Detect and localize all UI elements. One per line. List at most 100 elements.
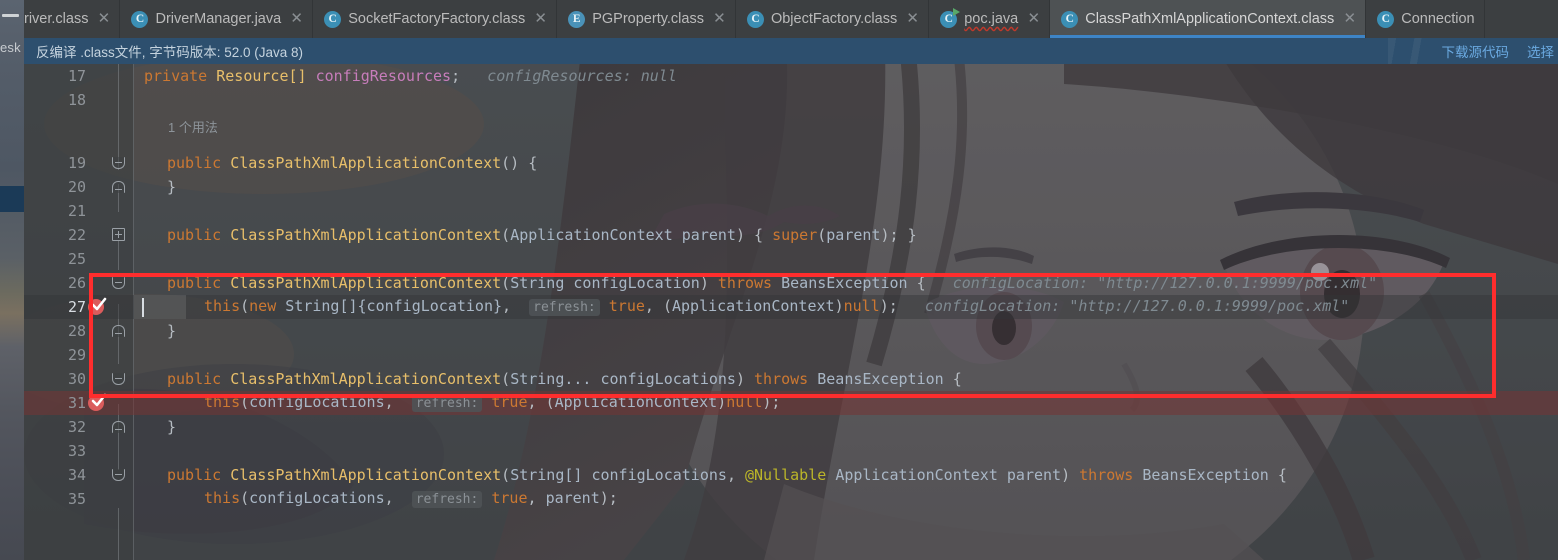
inlay-param-hint: refresh: (411, 395, 483, 412)
code-line[interactable]: 33 (24, 439, 1558, 463)
line-number: 18 (67, 91, 86, 109)
code-line[interactable]: 35 this(configLocations, refresh: true, … (24, 487, 1558, 511)
line-number: 29 (67, 346, 86, 364)
desktop-edge-strip: esk (0, 0, 24, 560)
fold-marker-icon[interactable] (112, 157, 125, 169)
tab-label: ObjectFactory.class (770, 11, 898, 27)
line-number: 25 (67, 250, 86, 268)
editor-tab-bar[interactable]: river.class ✕ C DriverManager.java ✕ C S… (24, 0, 1558, 38)
text-caret (142, 298, 144, 317)
usage-hint-label[interactable]: 1 个用法 (168, 116, 1558, 140)
tab-connection[interactable]: C Connection (1366, 0, 1485, 38)
tab-pgproperty-class[interactable]: E PGProperty.class ✕ (557, 0, 736, 38)
banner-message: 反编译 .class文件, 字节码版本: 52.0 (Java 8) (36, 45, 304, 60)
line-number: 33 (67, 442, 86, 460)
fold-marker-icon[interactable] (112, 277, 125, 289)
code-line[interactable]: 22 public ClassPathXmlApplicationContext… (24, 223, 1558, 247)
tab-label: Connection (1401, 11, 1475, 27)
close-icon[interactable]: ✕ (713, 0, 726, 38)
close-icon[interactable]: ✕ (906, 0, 919, 38)
close-icon[interactable]: ✕ (534, 0, 547, 38)
line-number: 28 (67, 322, 86, 340)
line-number: 34 (67, 466, 86, 484)
breakpoint-icon[interactable] (88, 297, 107, 315)
desktop-selected-item (0, 186, 24, 212)
fold-marker-icon[interactable] (112, 421, 125, 433)
line-content: private Resource[] configResources; conf… (144, 67, 677, 85)
line-content: } (167, 178, 177, 196)
tab-poc-java[interactable]: C poc.java ✕ (929, 0, 1051, 38)
inlay-param-hint: refresh: (411, 491, 483, 508)
tab-label: river.class (24, 11, 89, 27)
line-number: 30 (67, 370, 86, 388)
code-line[interactable]: 30 public ClassPathXmlApplicationContext… (24, 367, 1558, 391)
enum-icon: E (568, 10, 586, 28)
tab-label: ClassPathXmlApplicationContext.class (1085, 11, 1335, 27)
line-number: 17 (67, 67, 86, 85)
fold-expand-icon[interactable] (112, 228, 125, 241)
line-content: } (167, 322, 177, 340)
tab-river-class[interactable]: river.class ✕ (24, 0, 121, 38)
fold-marker-icon[interactable] (112, 373, 125, 385)
line-content: public ClassPathXmlApplicationContext(St… (167, 370, 962, 388)
line-number: 32 (67, 418, 86, 436)
tab-socketfactoryfactory-class[interactable]: C SocketFactoryFactory.class ✕ (313, 0, 558, 38)
code-line[interactable]: 20 } (24, 175, 1558, 199)
close-icon[interactable]: ✕ (290, 0, 303, 38)
line-content: this(configLocations, refresh: true, (Ap… (204, 393, 781, 412)
breakpoint-icon[interactable] (88, 393, 107, 411)
close-icon[interactable]: ✕ (1343, 0, 1356, 38)
tab-classpathxmlapplicationcontext-class[interactable]: C ClassPathXmlApplicationContext.class ✕ (1050, 0, 1367, 38)
line-content: this(new String[]{configLocation}, refre… (204, 297, 1350, 316)
choose-sources-link[interactable]: 选择 (1527, 41, 1558, 61)
tab-label: poc.java (964, 11, 1019, 27)
code-line[interactable]: 18 (24, 88, 1558, 112)
class-icon: C (1377, 10, 1395, 28)
code-line[interactable]: 17 private Resource[] configResources; c… (24, 64, 1558, 88)
close-icon[interactable]: ✕ (97, 0, 111, 38)
close-icon[interactable]: ✕ (1027, 0, 1040, 38)
line-content: public ClassPathXmlApplicationContext(St… (167, 466, 1287, 484)
code-line[interactable]: 34 public ClassPathXmlApplicationContext… (24, 463, 1558, 487)
fold-marker-icon[interactable] (112, 181, 125, 193)
line-content: public ClassPathXmlApplicationContext(Ap… (167, 226, 917, 244)
class-icon: C (1061, 10, 1079, 28)
code-line[interactable]: 19 public ClassPathXmlApplicationContext… (24, 151, 1558, 175)
code-line[interactable]: 28 } (24, 319, 1558, 343)
code-editor[interactable]: 17 private Resource[] configResources; c… (24, 64, 1558, 560)
tab-label: PGProperty.class (592, 11, 704, 27)
line-content: public ClassPathXmlApplicationContext(St… (167, 274, 1378, 292)
code-line-breakpoint[interactable]: 31 this(configLocations, refresh: true, … (24, 391, 1558, 415)
class-icon: C (131, 10, 149, 28)
window-minimize-dash (2, 14, 19, 17)
line-number: 19 (67, 154, 86, 172)
line-content: this(configLocations, refresh: true, par… (204, 489, 618, 508)
tab-drivermanager-java[interactable]: C DriverManager.java ✕ (120, 0, 314, 38)
code-line[interactable]: 25 (24, 247, 1558, 271)
class-runnable-icon: C (940, 7, 961, 28)
tab-label: SocketFactoryFactory.class (348, 11, 526, 27)
class-icon: C (324, 10, 342, 28)
download-sources-link[interactable]: 下载源代码 (1442, 41, 1528, 61)
code-line[interactable]: 21 (24, 199, 1558, 223)
code-line-selected[interactable]: 27 this(new String[]{configLocation}, re… (24, 295, 1558, 319)
ide-window: esk river.class ✕ C DriverManager.java ✕… (0, 0, 1558, 560)
desktop-label: esk (0, 40, 21, 55)
line-number: 20 (67, 178, 86, 196)
tab-label: DriverManager.java (155, 11, 282, 27)
fold-marker-icon[interactable] (112, 469, 125, 481)
tab-objectfactory-class[interactable]: C ObjectFactory.class ✕ (736, 0, 930, 38)
usage-hint-row[interactable]: 1 个用法 (24, 116, 1558, 140)
line-number: 27 (67, 298, 86, 316)
line-number: 26 (67, 274, 86, 292)
decompiled-file-banner: 反编译 .class文件, 字节码版本: 52.0 (Java 8) 下载源代码… (24, 38, 1558, 64)
line-number: 21 (67, 202, 86, 220)
line-content: public ClassPathXmlApplicationContext() … (167, 154, 538, 172)
code-line[interactable]: 26 public ClassPathXmlApplicationContext… (24, 271, 1558, 295)
line-number: 35 (67, 490, 86, 508)
line-number: 31 (67, 394, 86, 412)
code-line[interactable]: 32 } (24, 415, 1558, 439)
class-icon: C (746, 10, 764, 28)
fold-marker-icon[interactable] (112, 325, 125, 337)
code-line[interactable]: 29 (24, 343, 1558, 367)
